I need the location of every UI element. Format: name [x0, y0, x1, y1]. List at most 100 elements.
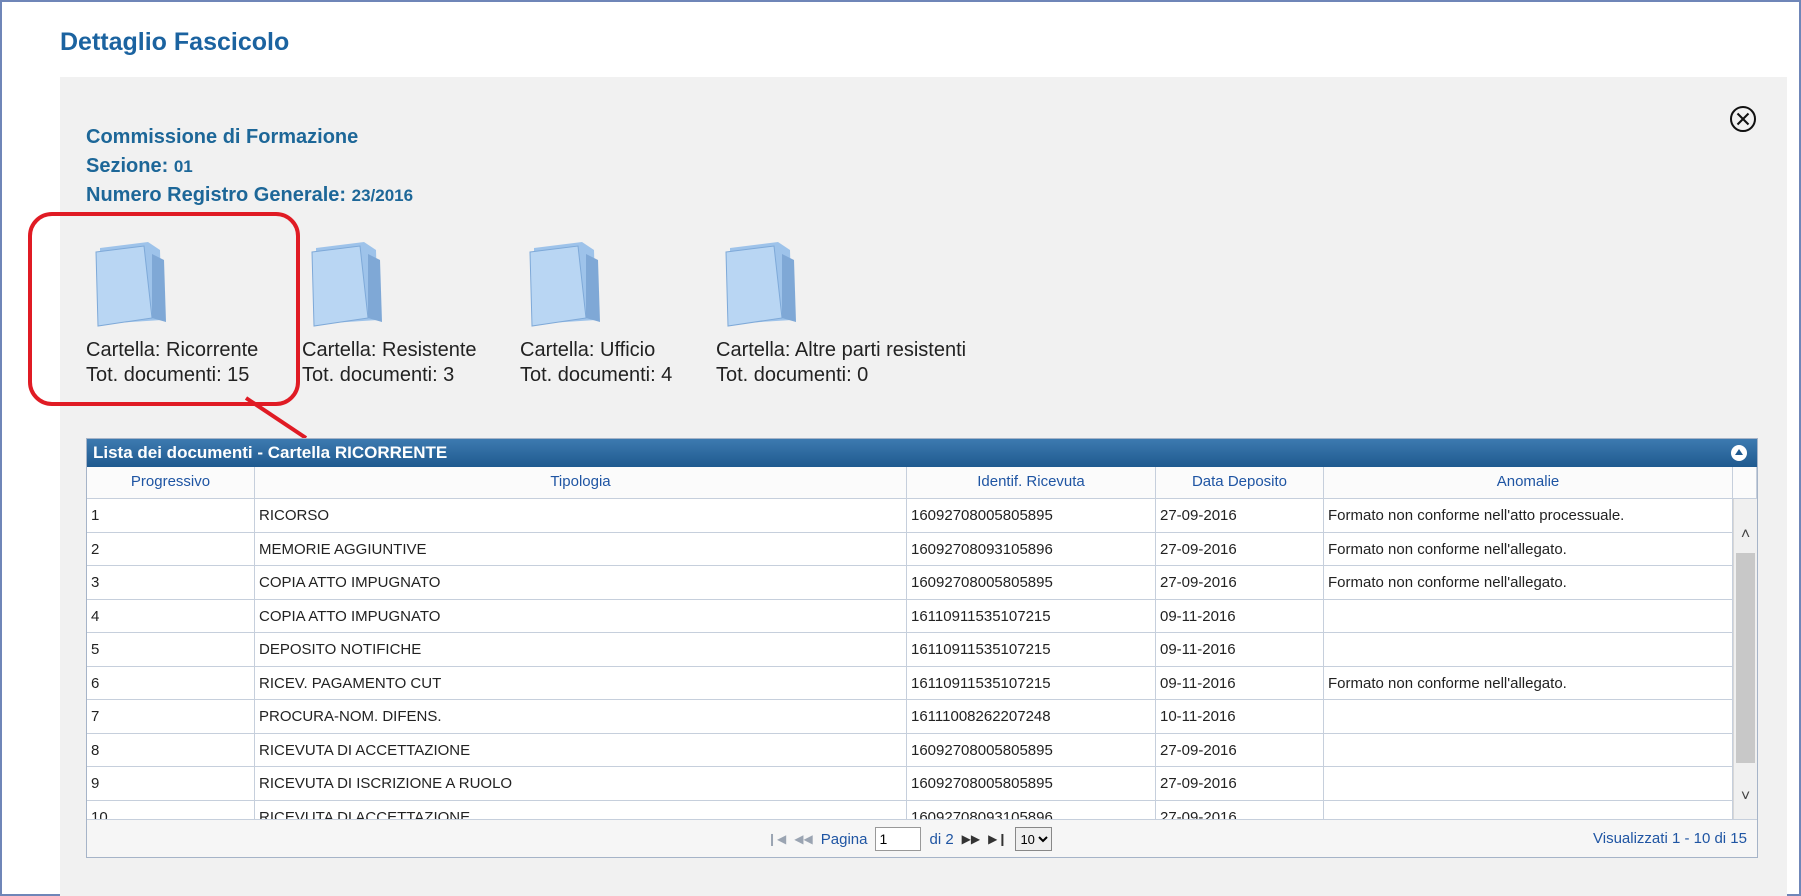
commissione-label: Commissione di Formazione: [86, 126, 359, 148]
cell-progressivo: 1: [87, 499, 255, 532]
cell-data-deposito: 27-09-2016: [1156, 499, 1324, 532]
cell-progressivo: 7: [87, 700, 255, 733]
page-number-input[interactable]: [875, 827, 922, 851]
document-grid: Lista dei documenti - Cartella RICORRENT…: [86, 438, 1758, 858]
cell-data-deposito: 09-11-2016: [1156, 666, 1324, 699]
table-row[interactable]: 4 COPIA ATTO IMPUGNATO 16110911535107215…: [87, 599, 1733, 633]
cell-identif-ricevuta: 16092708093105896: [907, 800, 1156, 819]
column-header-tipologia[interactable]: Tipologia: [255, 467, 907, 498]
cell-data-deposito: 27-09-2016: [1156, 767, 1324, 800]
table-row[interactable]: 2 MEMORIE AGGIUNTIVE 16092708093105896 2…: [87, 532, 1733, 566]
table-row[interactable]: 10 RICEVUTA DI ACCETTAZIONE 160927080931…: [87, 800, 1733, 819]
table-row[interactable]: 7 PROCURA-NOM. DIFENS. 16111008262207248…: [87, 700, 1733, 734]
page-count-label: di 2: [929, 830, 954, 848]
cell-progressivo: 3: [87, 566, 255, 599]
scroll-thumb[interactable]: [1736, 553, 1755, 763]
cell-data-deposito: 27-09-2016: [1156, 532, 1324, 565]
folder-name: Cartella: Resistente: [302, 339, 477, 361]
folder-count: Tot. documenti: 15: [86, 364, 250, 386]
table-row[interactable]: 9 RICEVUTA DI ISCRIZIONE A RUOLO 1609270…: [87, 767, 1733, 801]
folder-icon: [95, 242, 166, 327]
folder-altre-parti[interactable]: Cartella: Altre parti resistenti Tot. do…: [716, 240, 966, 388]
cell-identif-ricevuta: 16092708005805895: [907, 733, 1156, 766]
cell-tipologia: RICEVUTA DI ACCETTAZIONE: [255, 800, 907, 819]
sezione-info: Sezione: 01: [86, 155, 193, 178]
cell-identif-ricevuta: 16110911535107215: [907, 666, 1156, 699]
cell-identif-ricevuta: 16092708093105896: [907, 532, 1156, 565]
scroll-up-icon[interactable]: ˄: [1734, 523, 1757, 547]
grid-rows: 1 RICORSO 16092708005805895 27-09-2016 F…: [87, 499, 1733, 819]
cell-progressivo: 4: [87, 599, 255, 632]
registro-value: 23/2016: [351, 186, 414, 205]
grid-body: 1 RICORSO 16092708005805895 27-09-2016 F…: [87, 499, 1757, 819]
cell-progressivo: 2: [87, 532, 255, 565]
grid-title: Lista dei documenti - Cartella RICORRENT…: [93, 443, 448, 462]
collapse-up-icon[interactable]: [1731, 445, 1747, 461]
cell-identif-ricevuta: 16092708005805895: [907, 767, 1156, 800]
last-page-icon[interactable]: ▶❙: [988, 832, 1007, 846]
page-title: Dettaglio Fascicolo: [60, 28, 290, 56]
cell-data-deposito: 27-09-2016: [1156, 733, 1324, 766]
cell-data-deposito: 10-11-2016: [1156, 700, 1324, 733]
cell-tipologia: DEPOSITO NOTIFICHE: [255, 633, 907, 666]
sezione-value: 01: [173, 157, 193, 176]
next-page-icon[interactable]: ▶▶: [962, 832, 980, 846]
cell-anomalie: Formato non conforme nell'allegato.: [1324, 666, 1733, 699]
cell-progressivo: 8: [87, 733, 255, 766]
cell-identif-ricevuta: 16110911535107215: [907, 633, 1156, 666]
cell-anomalie: [1324, 633, 1733, 666]
cell-tipologia: MEMORIE AGGIUNTIVE: [255, 532, 907, 565]
cell-identif-ricevuta: 16092708005805895: [907, 499, 1156, 532]
grid-pager: ❙◀ ◀◀ Pagina di 2 ▶▶ ▶❙ 10 Visualizzati …: [87, 819, 1757, 857]
folder-icon: [529, 242, 600, 327]
grid-column-headers: Progressivo Tipologia Identif. Ricevuta …: [87, 467, 1757, 499]
cell-identif-ricevuta: 16110911535107215: [907, 599, 1156, 632]
cell-anomalie: [1324, 767, 1733, 800]
folder-resistente[interactable]: Cartella: Resistente Tot. documenti: 3: [302, 240, 477, 388]
close-icon[interactable]: [1728, 104, 1758, 134]
folder-ricorrente[interactable]: Cartella: Ricorrente Tot. documenti: 15: [86, 240, 258, 388]
folder-ufficio[interactable]: Cartella: Ufficio Tot. documenti: 4: [520, 240, 672, 388]
table-row[interactable]: 3 COPIA ATTO IMPUGNATO 16092708005805895…: [87, 566, 1733, 600]
cell-tipologia: RICEV. PAGAMENTO CUT: [255, 666, 907, 699]
cell-identif-ricevuta: 16092708005805895: [907, 566, 1156, 599]
folder-name: Cartella: Ufficio: [520, 339, 656, 361]
first-page-icon[interactable]: ❙◀: [767, 832, 786, 846]
cell-progressivo: 10: [87, 800, 255, 819]
column-header-spacer: [1733, 467, 1757, 498]
cell-tipologia: RICEVUTA DI ISCRIZIONE A RUOLO: [255, 767, 907, 800]
registro-label: Numero Registro Generale:: [86, 184, 347, 206]
cell-data-deposito: 09-11-2016: [1156, 633, 1324, 666]
folder-name: Cartella: Ricorrente: [86, 339, 259, 361]
cell-progressivo: 9: [87, 767, 255, 800]
prev-page-icon[interactable]: ◀◀: [794, 832, 812, 846]
column-header-data-deposito[interactable]: Data Deposito: [1156, 467, 1324, 498]
column-header-progressivo[interactable]: Progressivo: [87, 467, 255, 498]
folder-name: Cartella: Altre parti resistenti: [716, 339, 967, 361]
table-row[interactable]: 8 RICEVUTA DI ACCETTAZIONE 1609270800580…: [87, 733, 1733, 767]
cell-anomalie: [1324, 599, 1733, 632]
cell-data-deposito: 27-09-2016: [1156, 566, 1324, 599]
column-header-identif-ricevuta[interactable]: Identif. Ricevuta: [907, 467, 1156, 498]
cell-tipologia: PROCURA-NOM. DIFENS.: [255, 700, 907, 733]
cell-progressivo: 5: [87, 633, 255, 666]
cell-data-deposito: 27-09-2016: [1156, 800, 1324, 819]
grid-header: Lista dei documenti - Cartella RICORRENT…: [87, 439, 1757, 467]
registro-info: Numero Registro Generale: 23/2016: [86, 184, 413, 207]
cell-anomalie: Formato non conforme nell'atto processua…: [1324, 499, 1733, 532]
column-header-anomalie[interactable]: Anomalie: [1324, 467, 1733, 498]
scroll-down-icon[interactable]: ˅: [1734, 785, 1757, 809]
cell-tipologia: RICORSO: [255, 499, 907, 532]
folder-icon: [725, 242, 796, 327]
cell-anomalie: [1324, 700, 1733, 733]
cell-tipologia: RICEVUTA DI ACCETTAZIONE: [255, 733, 907, 766]
pager-summary: Visualizzati 1 - 10 di 15: [1593, 830, 1747, 847]
cell-data-deposito: 09-11-2016: [1156, 599, 1324, 632]
rows-per-page-select[interactable]: 10: [1015, 827, 1053, 851]
table-row[interactable]: 6 RICEV. PAGAMENTO CUT 16110911535107215…: [87, 666, 1733, 700]
table-row[interactable]: 5 DEPOSITO NOTIFICHE 16110911535107215 0…: [87, 633, 1733, 667]
grid-scrollbar[interactable]: ˄ ˅: [1733, 499, 1757, 819]
table-row[interactable]: 1 RICORSO 16092708005805895 27-09-2016 F…: [87, 499, 1733, 533]
cell-anomalie: Formato non conforme nell'allegato.: [1324, 532, 1733, 565]
cell-progressivo: 6: [87, 666, 255, 699]
